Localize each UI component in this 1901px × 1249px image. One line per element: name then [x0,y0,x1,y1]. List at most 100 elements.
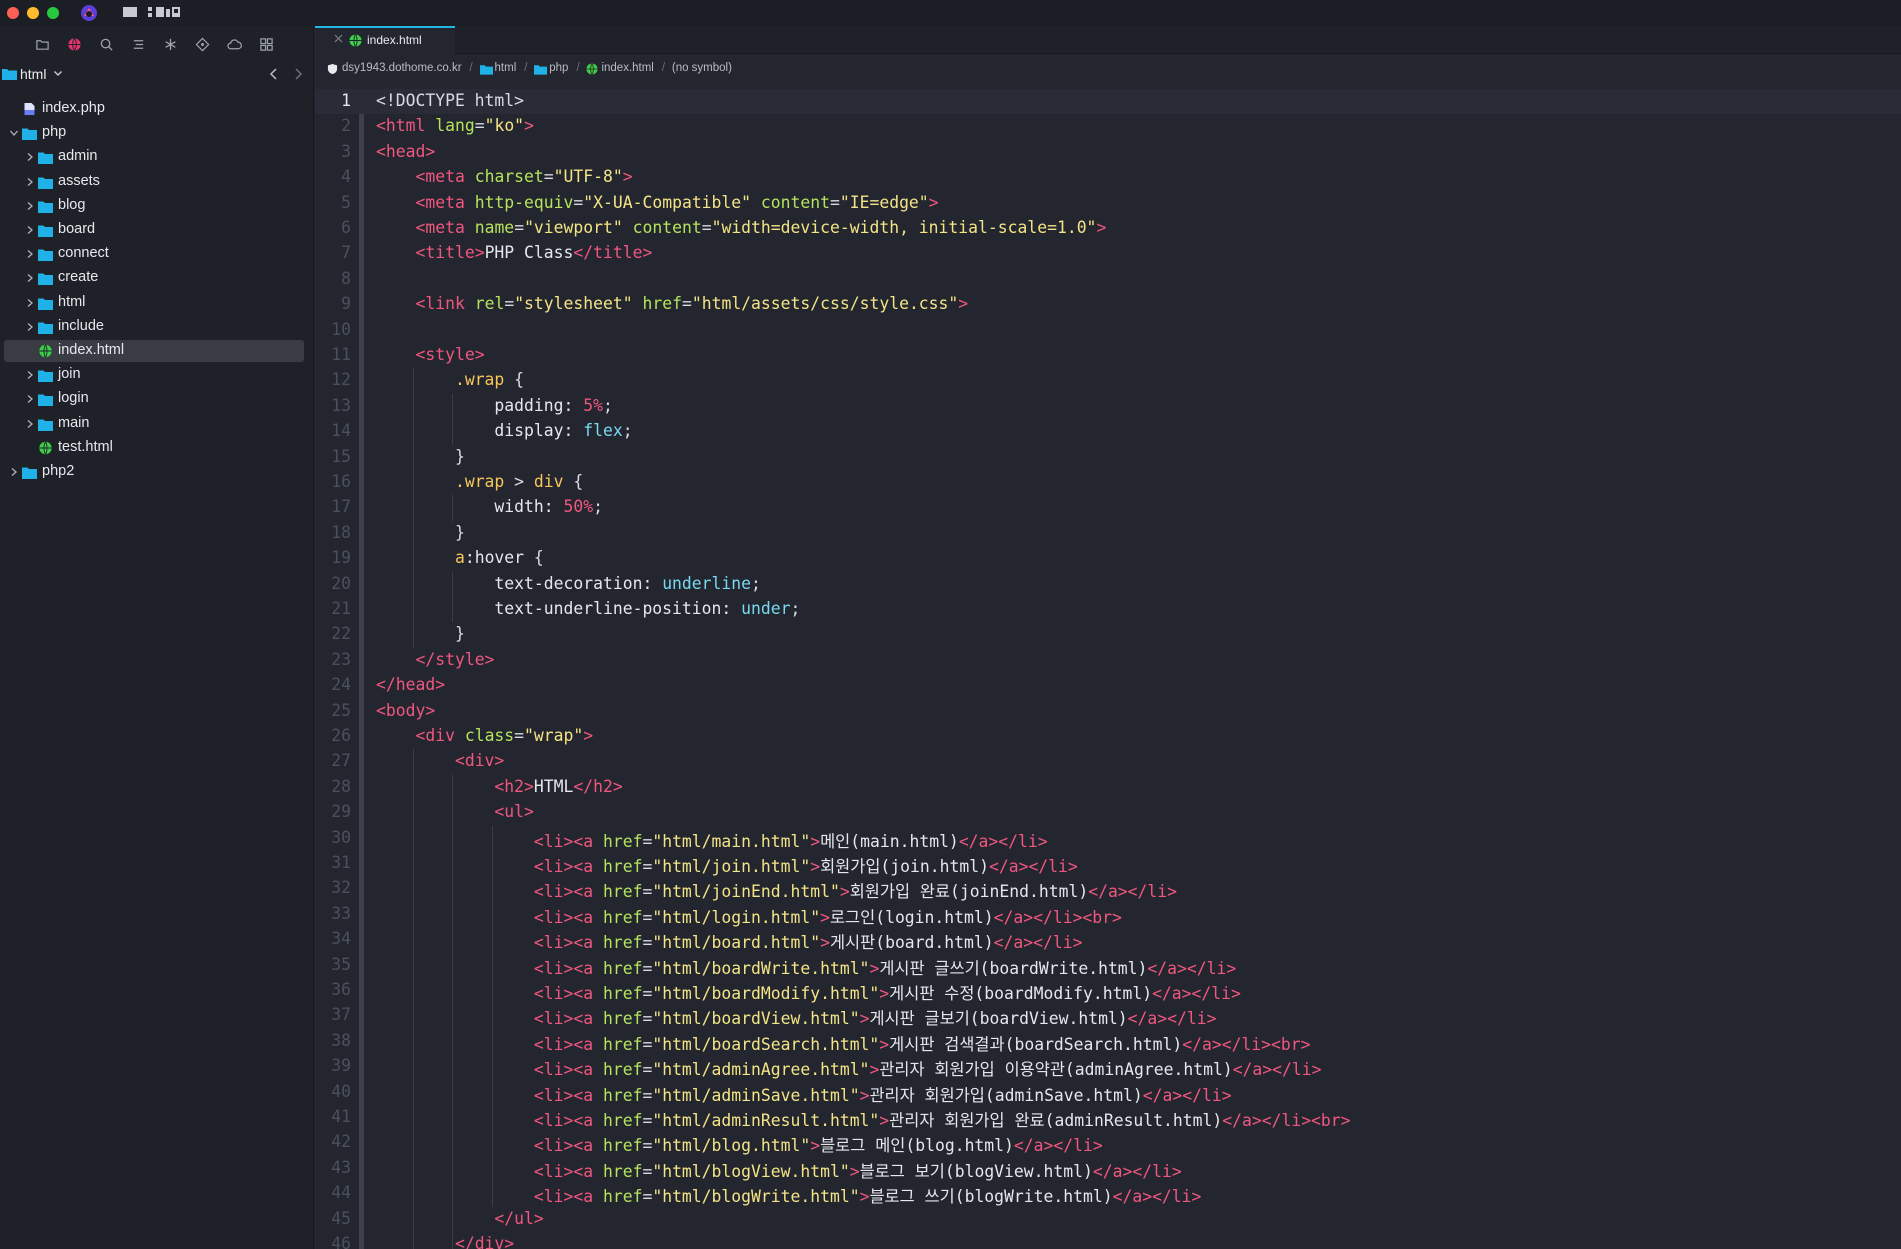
chevron-right-icon[interactable] [25,225,35,235]
line-number: 12 [331,370,351,390]
tree-item-index-php[interactable]: index.php [4,98,304,120]
back-arrow-icon[interactable] [266,66,282,82]
tab-index-html[interactable]: index.html [315,26,455,54]
breadcrumb-item[interactable]: index.html [601,62,653,74]
close-icon[interactable] [334,34,343,43]
sidebar-toolbar [0,34,314,54]
tree-item-test-html[interactable]: test.html [4,437,304,459]
active-tab-indicator [315,26,455,28]
line-number: 33 [331,903,351,923]
breadcrumb-separator: / [524,62,528,74]
code-line: <!DOCTYPE html> [376,91,525,110]
symbols-list-icon[interactable] [128,34,148,54]
code-line: <div class="wrap"> [415,726,594,745]
line-number: 21 [331,599,351,618]
folder-icon [38,271,53,286]
folder-icon [38,417,53,431]
line-number: 5 [341,192,351,212]
code-line: <li><a href="html/join.html">회원가입(join.h… [533,857,1078,876]
indent-guide [412,368,414,648]
line-number: 39 [331,1056,351,1076]
tree-item-admin[interactable]: admin [4,146,304,168]
chevron-right-icon[interactable] [25,201,35,211]
chevron-right-icon[interactable] [9,467,19,477]
tree-item-label: test.html [58,438,113,455]
code-editor[interactable]: 1 2 3 4 5 6 7 8 9 10 11 12 13 14 15 16 17 18 19 20 21 22 23 24 2… [315,89,1901,1249]
tree-item-join[interactable]: join [4,364,304,386]
code-line: <meta http-equiv="X-UA-Compatible" conte… [415,192,939,212]
chevron-right-icon[interactable] [25,298,35,308]
tree-item-label: connect [58,245,109,262]
folder-icon [38,199,53,213]
remote-globe-icon[interactable] [64,34,84,54]
code-line: </ul> [494,1208,544,1228]
tree-item-main[interactable]: main [4,413,304,435]
chevron-right-icon[interactable] [25,419,35,429]
tree-item-connect[interactable]: connect [4,243,304,265]
line-number: 43 [331,1157,351,1177]
breadcrumb-separator: / [469,62,473,74]
scope-selector[interactable]: html [0,64,314,86]
code-line: <li><a href="html/main.html">메인(main.htm… [533,831,1048,851]
chevron-right-icon[interactable] [25,273,35,283]
line-number: 1 [341,91,351,110]
chevron-right-icon[interactable] [25,322,35,332]
line-number: 34 [331,929,351,949]
code-line: <li><a href="html/adminSave.html">관리자 회원… [533,1085,1232,1105]
line-number: 9 [341,294,351,314]
folder-icon [22,126,37,141]
chevron-down-icon [54,71,62,76]
code-line: text-decoration: underline; [494,573,761,593]
forward-arrow-icon[interactable] [290,66,306,82]
breadcrumb-item[interactable]: (no symbol) [672,62,732,74]
asterisk-icon[interactable] [160,34,180,54]
window-icon[interactable] [122,5,138,19]
tree-item-create[interactable]: create [4,267,304,289]
tree-item-label: admin [58,148,98,165]
line-number: 8 [341,268,351,288]
html-file-icon [38,441,53,455]
search-icon[interactable] [96,34,116,54]
chevron-right-icon[interactable] [25,394,35,404]
code-line: <ul> [494,802,534,822]
tree-item-blog[interactable]: blog [4,195,304,217]
tree-item-assets[interactable]: assets [4,171,304,193]
tree-item-include[interactable]: include [4,316,304,338]
chevron-right-icon[interactable] [25,152,35,162]
tree-item-board[interactable]: board [4,219,304,241]
chevron-right-icon[interactable] [25,249,35,259]
breadcrumb-item[interactable]: php [549,62,568,74]
folder-icon [38,320,53,334]
tree-item-index-html[interactable]: index.html [4,340,304,362]
files-tab-folder-icon[interactable] [32,34,52,54]
tree-item-html[interactable]: html [4,292,304,314]
app-logo-icon [81,5,97,21]
tab-label: index.html [367,33,422,47]
code-line: } [376,522,465,542]
tree-item-label: php2 [42,463,75,479]
line-number: 23 [331,649,351,669]
window-minimize-button[interactable] [27,7,39,19]
cloud-icon[interactable] [224,34,244,54]
code-line: <li><a href="html/boardView.html">게시판 글보… [533,1009,1217,1029]
code-line: <li><a href="html/board.html">게시판(board.… [533,933,1083,953]
line-number: 4 [341,167,351,187]
source-control-icon[interactable] [192,34,212,54]
window-close-button[interactable] [7,7,19,19]
shield-icon [327,63,340,75]
chevron-right-icon[interactable] [25,370,35,380]
breadcrumb-item[interactable]: html [495,62,517,74]
window-zoom-button[interactable] [47,7,59,19]
line-number: 38 [331,1030,351,1050]
code-line: <li><a href="html/blog.html">블로그 메인(blog… [533,1136,1103,1156]
chevron-right-icon[interactable] [25,177,35,187]
tree-item-php[interactable]: php [4,122,304,144]
tree-item-login[interactable]: login [4,388,304,410]
grid-icon[interactable] [256,34,276,54]
tree-item-php2[interactable]: php2 [4,461,304,483]
tab-overview-icon[interactable] [146,5,182,19]
line-number: 16 [331,472,351,491]
tree-item-label: login [58,390,89,407]
breadcrumb-item[interactable]: dsy1943.dothome.co.kr [342,62,462,74]
chevron-down-icon[interactable] [9,128,19,138]
